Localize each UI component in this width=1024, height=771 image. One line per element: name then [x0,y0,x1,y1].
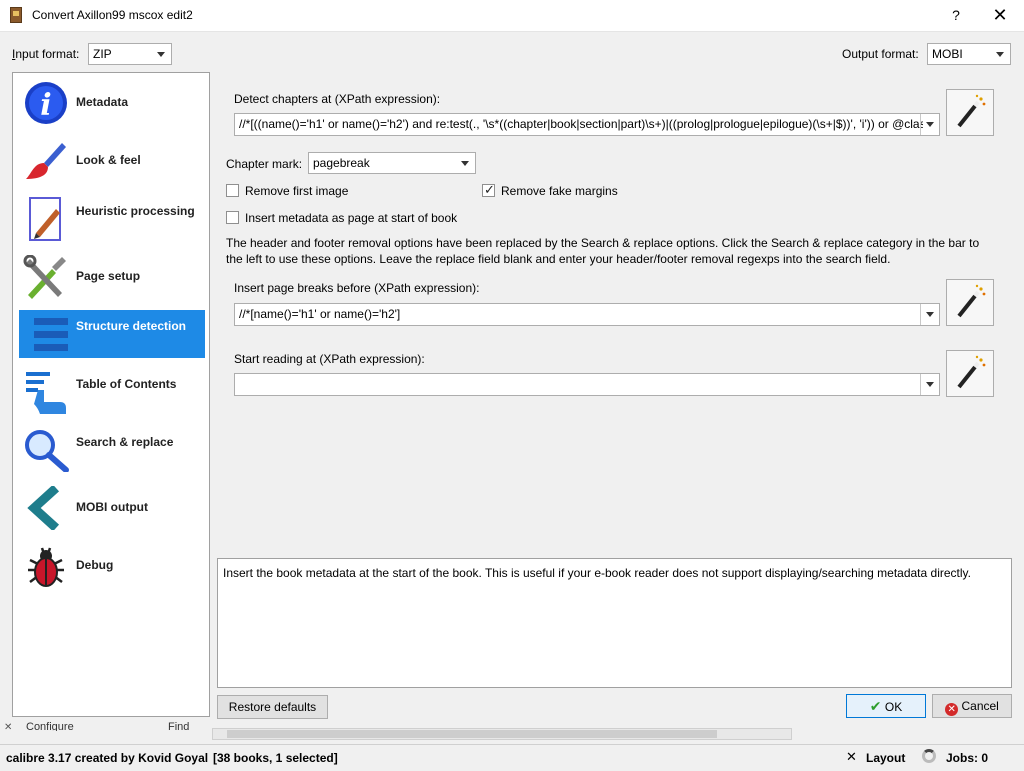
chevron-down-icon [926,122,934,127]
cancel-icon: ✕ [945,703,959,716]
sidebar-item-look-feel[interactable]: Look & feel [19,137,205,185]
close-button[interactable]: ✕ [987,3,1013,27]
sidebar-item-label: Table of Contents [76,377,177,391]
page-breaks-input[interactable]: //*[name()='h1' or name()='h2'] [234,303,940,326]
category-sidebar: i Metadata Look & feel Heuristic process… [12,72,210,717]
status-bar: calibre 3.17 created by Kovid Goyal [38 … [0,744,1024,771]
chapter-mark-value: pagebreak [313,156,370,170]
pencil-document-icon [29,197,61,241]
sidebar-item-page-setup[interactable]: Page setup [19,253,205,301]
detect-chapters-label: Detect chapters at (XPath expression): [234,92,441,106]
info-icon: i [25,82,67,124]
chevron-left-icon [27,486,60,530]
sidebar-item-table-of-contents[interactable]: Table of Contents [19,368,205,416]
main-window-toolbar-strip: ✕ Configure Find [0,721,1024,745]
chevron-down-icon [996,52,1004,57]
detect-chapters-value: //*[((name()='h1' or name()='h2') and re… [239,117,923,131]
horizontal-scrollbar[interactable] [212,728,792,740]
svg-text:i: i [40,88,51,123]
dropdown-button[interactable] [920,304,939,325]
scrollbar-thumb[interactable] [227,730,717,738]
output-format-select[interactable]: MOBI [927,43,1011,65]
chevron-down-icon [926,382,934,387]
jobs-spinner-icon [922,749,936,763]
configure-button[interactable]: Configure [26,721,74,731]
help-text-box: Insert the book metadata at the start of… [217,558,1012,688]
chevron-down-icon [461,161,469,166]
find-button[interactable]: Find [168,721,189,731]
insert-metadata-checkbox[interactable] [226,211,239,224]
input-format-label: Input format: [12,47,80,61]
chapter-mark-select[interactable]: pagebreak [308,152,476,174]
magic-wand-icon [957,284,986,318]
start-reading-input[interactable] [234,373,940,396]
ok-button-label: OK [884,700,903,714]
layout-icon: ✕ [846,749,857,764]
input-format-label-text: nput format: [15,47,80,61]
help-button[interactable]: ? [944,3,968,27]
magnifier-icon [25,430,69,472]
sidebar-item-label: MOBI output [76,500,148,514]
remove-fake-margins-label: Remove fake margins [501,184,618,198]
input-format-select[interactable]: ZIP [88,43,172,65]
remove-fake-margins-checkbox[interactable] [482,182,495,198]
ok-button[interactable]: ✔ OK [846,694,926,718]
dropdown-button[interactable] [920,114,939,135]
page-breaks-value: //*[name()='h1' or name()='h2'] [239,307,401,321]
checkmark-icon: ✔ [869,698,882,714]
output-format-label: Output format: [842,47,919,61]
title-bar: Convert Axillon99 mscox edit2 ? ✕ [0,0,1024,32]
output-format-value: MOBI [932,47,963,61]
cancel-button[interactable]: ✕ Cancel [932,694,1012,718]
sidebar-item-label: Look & feel [76,153,141,167]
page-breaks-label: Insert page breaks before (XPath express… [234,281,480,295]
sidebar-item-label: Page setup [76,269,141,283]
sidebar-item-label: Heuristic processing [76,204,195,218]
sidebar-item-label: Structure detection [76,319,187,333]
chapter-mark-label: Chapter mark: [226,157,303,171]
detect-chapters-input[interactable]: //*[((name()='h1' or name()='h2') and re… [234,113,940,136]
chevron-down-icon [926,312,934,317]
search-replace-info-text: The header and footer removal options ha… [226,236,980,266]
sidebar-item-search-replace[interactable]: Search & replace [19,426,205,474]
sidebar-item-debug[interactable]: Debug [19,542,205,590]
sidebar-item-heuristic-processing[interactable]: Heuristic processing [19,195,205,243]
tools-icon [23,255,66,299]
sidebar-item-label: Metadata [76,95,129,109]
jobs-indicator[interactable]: Jobs: 0 [946,751,988,765]
remove-first-image-label: Remove first image [245,184,349,198]
restore-defaults-button[interactable]: Restore defaults [217,695,328,719]
remove-first-image-checkbox[interactable] [226,184,239,197]
sidebar-item-mobi-output[interactable]: MOBI output [19,484,205,532]
sidebar-item-structure-detection[interactable]: Structure detection [19,310,205,358]
cancel-button-label: Cancel [961,699,999,713]
bug-icon [28,547,64,587]
dropdown-button[interactable] [920,374,939,395]
structure-icon [34,318,68,351]
book-count: [38 books, 1 selected] [213,751,338,765]
input-format-value: ZIP [93,47,112,61]
brush-icon [26,143,66,179]
insert-metadata-label: Insert metadata as page at start of book [245,211,458,225]
chevron-down-icon [157,52,165,57]
status-text: calibre 3.17 created by Kovid Goyal [6,751,209,765]
xpath-wizard-button-start-reading[interactable] [946,350,994,397]
xpath-wizard-button-chapters[interactable] [946,89,994,136]
help-text: Insert the book metadata at the start of… [223,566,971,580]
configure-icon: ✕ [4,722,13,733]
window-title: Convert Axillon99 mscox edit2 [32,8,193,22]
xpath-wizard-button-page-breaks[interactable] [946,279,994,326]
sidebar-item-label: Debug [76,558,114,572]
sidebar-item-metadata[interactable]: i Metadata [19,79,205,127]
magic-wand-icon [957,355,986,389]
magic-wand-icon [957,94,986,128]
start-reading-label: Start reading at (XPath expression): [234,352,425,366]
toc-icon [26,372,66,414]
sidebar-item-label: Search & replace [76,435,174,449]
layout-button[interactable]: Layout [866,751,905,765]
calibre-app-icon [10,7,22,23]
